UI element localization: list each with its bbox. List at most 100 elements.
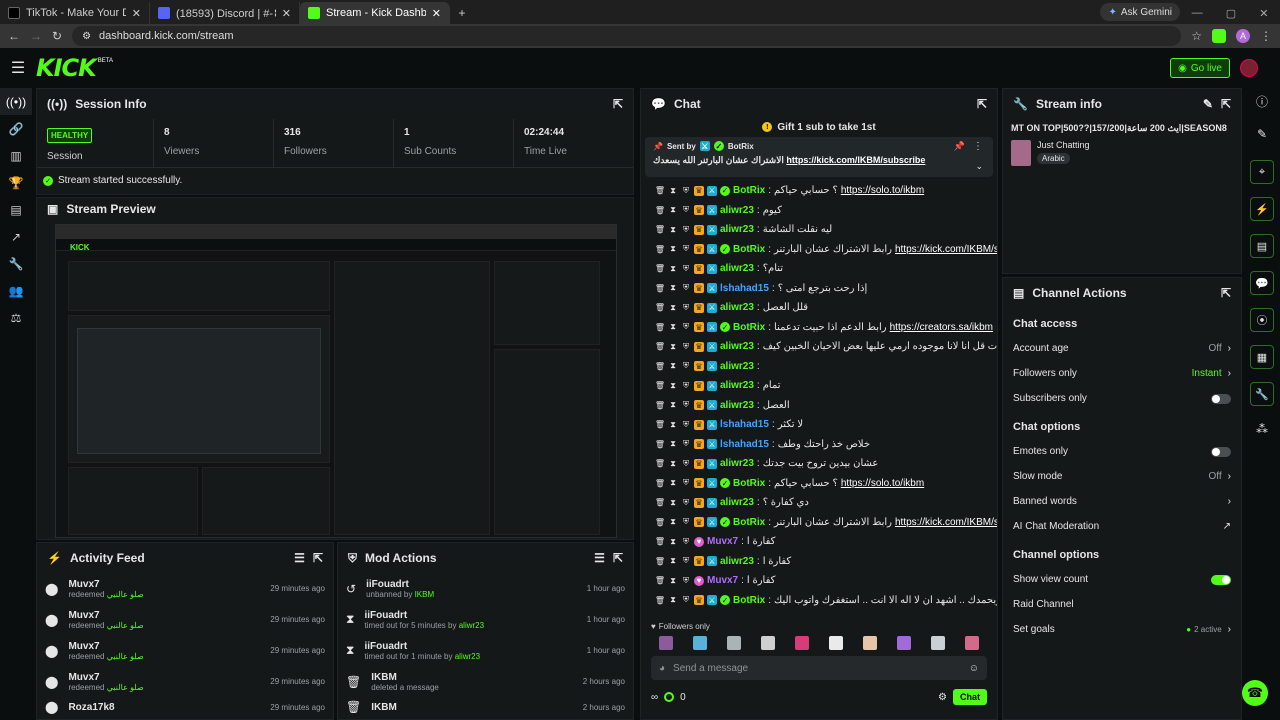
hamburger-menu-icon[interactable]: ☰ — [0, 58, 36, 78]
ban-icon[interactable]: ⛨ — [681, 595, 691, 605]
gemini-button[interactable]: ✦ Ask Gemini — [1100, 3, 1180, 21]
chat-username[interactable]: BotRix — [733, 185, 765, 196]
chat-message-link[interactable]: https://kick.com/IKBM/subscribe — [895, 517, 997, 528]
pinned-link[interactable]: https://kick.com/IKBM/subscribe — [786, 155, 925, 165]
forward-icon[interactable]: → — [30, 29, 42, 43]
timeout-icon[interactable]: ⧗ — [668, 478, 678, 488]
minimize-icon[interactable]: — — [1192, 7, 1203, 19]
filter-icon[interactable]: ☰ — [294, 551, 305, 565]
pinned-menu-icon[interactable]: ⋮ — [973, 141, 983, 152]
tools-icon[interactable]: 🔧 — [0, 250, 32, 277]
timeout-icon[interactable]: ⧗ — [668, 556, 678, 566]
ban-icon[interactable]: ⛨ — [681, 244, 691, 254]
timeout-icon[interactable]: ⧗ — [668, 498, 678, 508]
feed-user[interactable]: Roza17k8 — [68, 702, 114, 713]
timeout-icon[interactable]: ⧗ — [668, 342, 678, 352]
delete-message-icon[interactable]: 🗑 — [655, 322, 665, 332]
chat-username[interactable]: aliwr23 — [720, 224, 754, 235]
ban-icon[interactable]: ⛨ — [681, 478, 691, 488]
chat-username[interactable]: aliwr23 — [720, 302, 754, 313]
delete-message-icon[interactable]: 🗑 — [655, 459, 665, 469]
delete-message-icon[interactable]: 🗑 — [655, 283, 665, 293]
feed-user[interactable]: Muvx7 — [68, 672, 143, 683]
emotes-only-toggle[interactable] — [1211, 446, 1231, 457]
quick-action-chat-icon[interactable]: 💬 — [1250, 271, 1274, 295]
timeout-icon[interactable]: ⧗ — [668, 517, 678, 527]
reload-icon[interactable]: ↻ — [52, 29, 62, 43]
slow-mode-setting[interactable]: Slow mode Off › — [1003, 464, 1241, 489]
mod-user[interactable]: IKBM — [371, 702, 397, 713]
feed-user[interactable]: Muvx7 — [68, 610, 143, 621]
timeout-icon[interactable]: ⧗ — [668, 303, 678, 313]
ban-icon[interactable]: ⛨ — [681, 225, 691, 235]
popout-icon[interactable]: ⇱ — [313, 551, 323, 565]
ban-icon[interactable]: ⛨ — [681, 556, 691, 566]
delete-message-icon[interactable]: 🗑 — [655, 537, 665, 547]
ban-icon[interactable]: ⛨ — [681, 439, 691, 449]
ban-icon[interactable]: ⛨ — [681, 361, 691, 371]
quick-action-broadcast-icon[interactable]: ⦿ — [1250, 308, 1274, 332]
kick-logo[interactable]: KICK — [36, 54, 97, 82]
analytics-icon[interactable]: ▥ — [0, 142, 32, 169]
chat-message-link[interactable]: https://solo.to/ikbm — [841, 185, 924, 196]
timeout-icon[interactable]: ⧗ — [668, 459, 678, 469]
ban-icon[interactable]: ⛨ — [681, 381, 691, 391]
edit-icon[interactable]: ✎ — [1244, 114, 1280, 154]
timeout-icon[interactable]: ⧗ — [668, 264, 678, 274]
chat-username[interactable]: aliwr23 — [720, 556, 754, 567]
delete-message-icon[interactable]: 🗑 — [655, 400, 665, 410]
chat-username[interactable]: BotRix — [733, 517, 765, 528]
more-actions-icon[interactable]: ⁂ — [1244, 419, 1280, 439]
feed-user[interactable]: Muvx7 — [68, 641, 143, 652]
mod-user[interactable]: iiFouadrt — [364, 610, 484, 621]
ban-icon[interactable]: ⛨ — [681, 303, 691, 313]
timeout-icon[interactable]: ⧗ — [668, 205, 678, 215]
delete-message-icon[interactable]: 🗑 — [655, 439, 665, 449]
bookmark-star-icon[interactable]: ☆ — [1191, 29, 1202, 43]
ban-icon[interactable]: ⛨ — [681, 537, 691, 547]
chat-username[interactable]: BotRix — [733, 322, 765, 333]
popout-icon[interactable]: ⇱ — [1221, 286, 1231, 300]
info-icon[interactable]: ⓘ — [1244, 88, 1280, 114]
chat-username[interactable]: aliwr23 — [720, 497, 754, 508]
delete-message-icon[interactable]: 🗑 — [655, 556, 665, 566]
delete-message-icon[interactable]: 🗑 — [655, 576, 665, 586]
chat-username[interactable]: aliwr23 — [720, 380, 754, 391]
mod-target[interactable]: aliwr23 — [459, 621, 484, 630]
new-tab-button[interactable]: + — [450, 2, 474, 24]
emote-button[interactable] — [829, 636, 843, 650]
delete-message-icon[interactable]: 🗑 — [655, 595, 665, 605]
delete-message-icon[interactable]: 🗑 — [655, 498, 665, 508]
timeout-icon[interactable]: ⧗ — [668, 400, 678, 410]
tab-discord[interactable]: (18593) Discord | #-❥(Chaz) | B ✕ — [150, 2, 300, 24]
delete-message-icon[interactable]: 🗑 — [655, 361, 665, 371]
video-library-icon[interactable]: ▤ — [0, 196, 32, 223]
quick-action-panel-icon[interactable]: ▦ — [1250, 345, 1274, 369]
chat-message-link[interactable]: https://creators.sa/ikbm — [890, 322, 993, 333]
popout-icon[interactable]: ⇱ — [1221, 97, 1231, 111]
help-chat-button[interactable]: ☎ — [1242, 680, 1268, 706]
gift-sub-banner[interactable]: ! Gift 1 sub to take 1st — [641, 119, 997, 135]
go-live-button[interactable]: ◉ Go live — [1170, 58, 1230, 78]
ban-icon[interactable]: ⛨ — [681, 283, 691, 293]
chat-username[interactable]: Muvx7 — [707, 536, 738, 547]
category-name[interactable]: Just Chatting — [1037, 140, 1090, 150]
filter-icon[interactable]: ☰ — [594, 551, 605, 565]
ban-icon[interactable]: ⛨ — [681, 186, 691, 196]
back-icon[interactable]: ← — [8, 29, 20, 43]
popout-icon[interactable]: ⇱ — [613, 97, 623, 111]
chat-username[interactable]: aliwr23 — [720, 400, 754, 411]
timeout-icon[interactable]: ⧗ — [668, 537, 678, 547]
timeout-icon[interactable]: ⧗ — [668, 225, 678, 235]
emote-button[interactable] — [761, 636, 775, 650]
chat-username[interactable]: aliwr23 — [720, 458, 754, 469]
emote-button[interactable] — [931, 636, 945, 650]
set-goals-setting[interactable]: Set goals ● 2 active › — [1003, 617, 1241, 642]
quick-action-bolt-icon[interactable]: ⚡ — [1250, 197, 1274, 221]
emote-button[interactable] — [965, 636, 979, 650]
ban-icon[interactable]: ⛨ — [681, 400, 691, 410]
ban-icon[interactable]: ⛨ — [681, 498, 691, 508]
chat-username[interactable]: aliwr23 — [720, 341, 754, 352]
emote-button[interactable] — [795, 636, 809, 650]
emoji-icon[interactable]: ☺ — [969, 663, 979, 674]
